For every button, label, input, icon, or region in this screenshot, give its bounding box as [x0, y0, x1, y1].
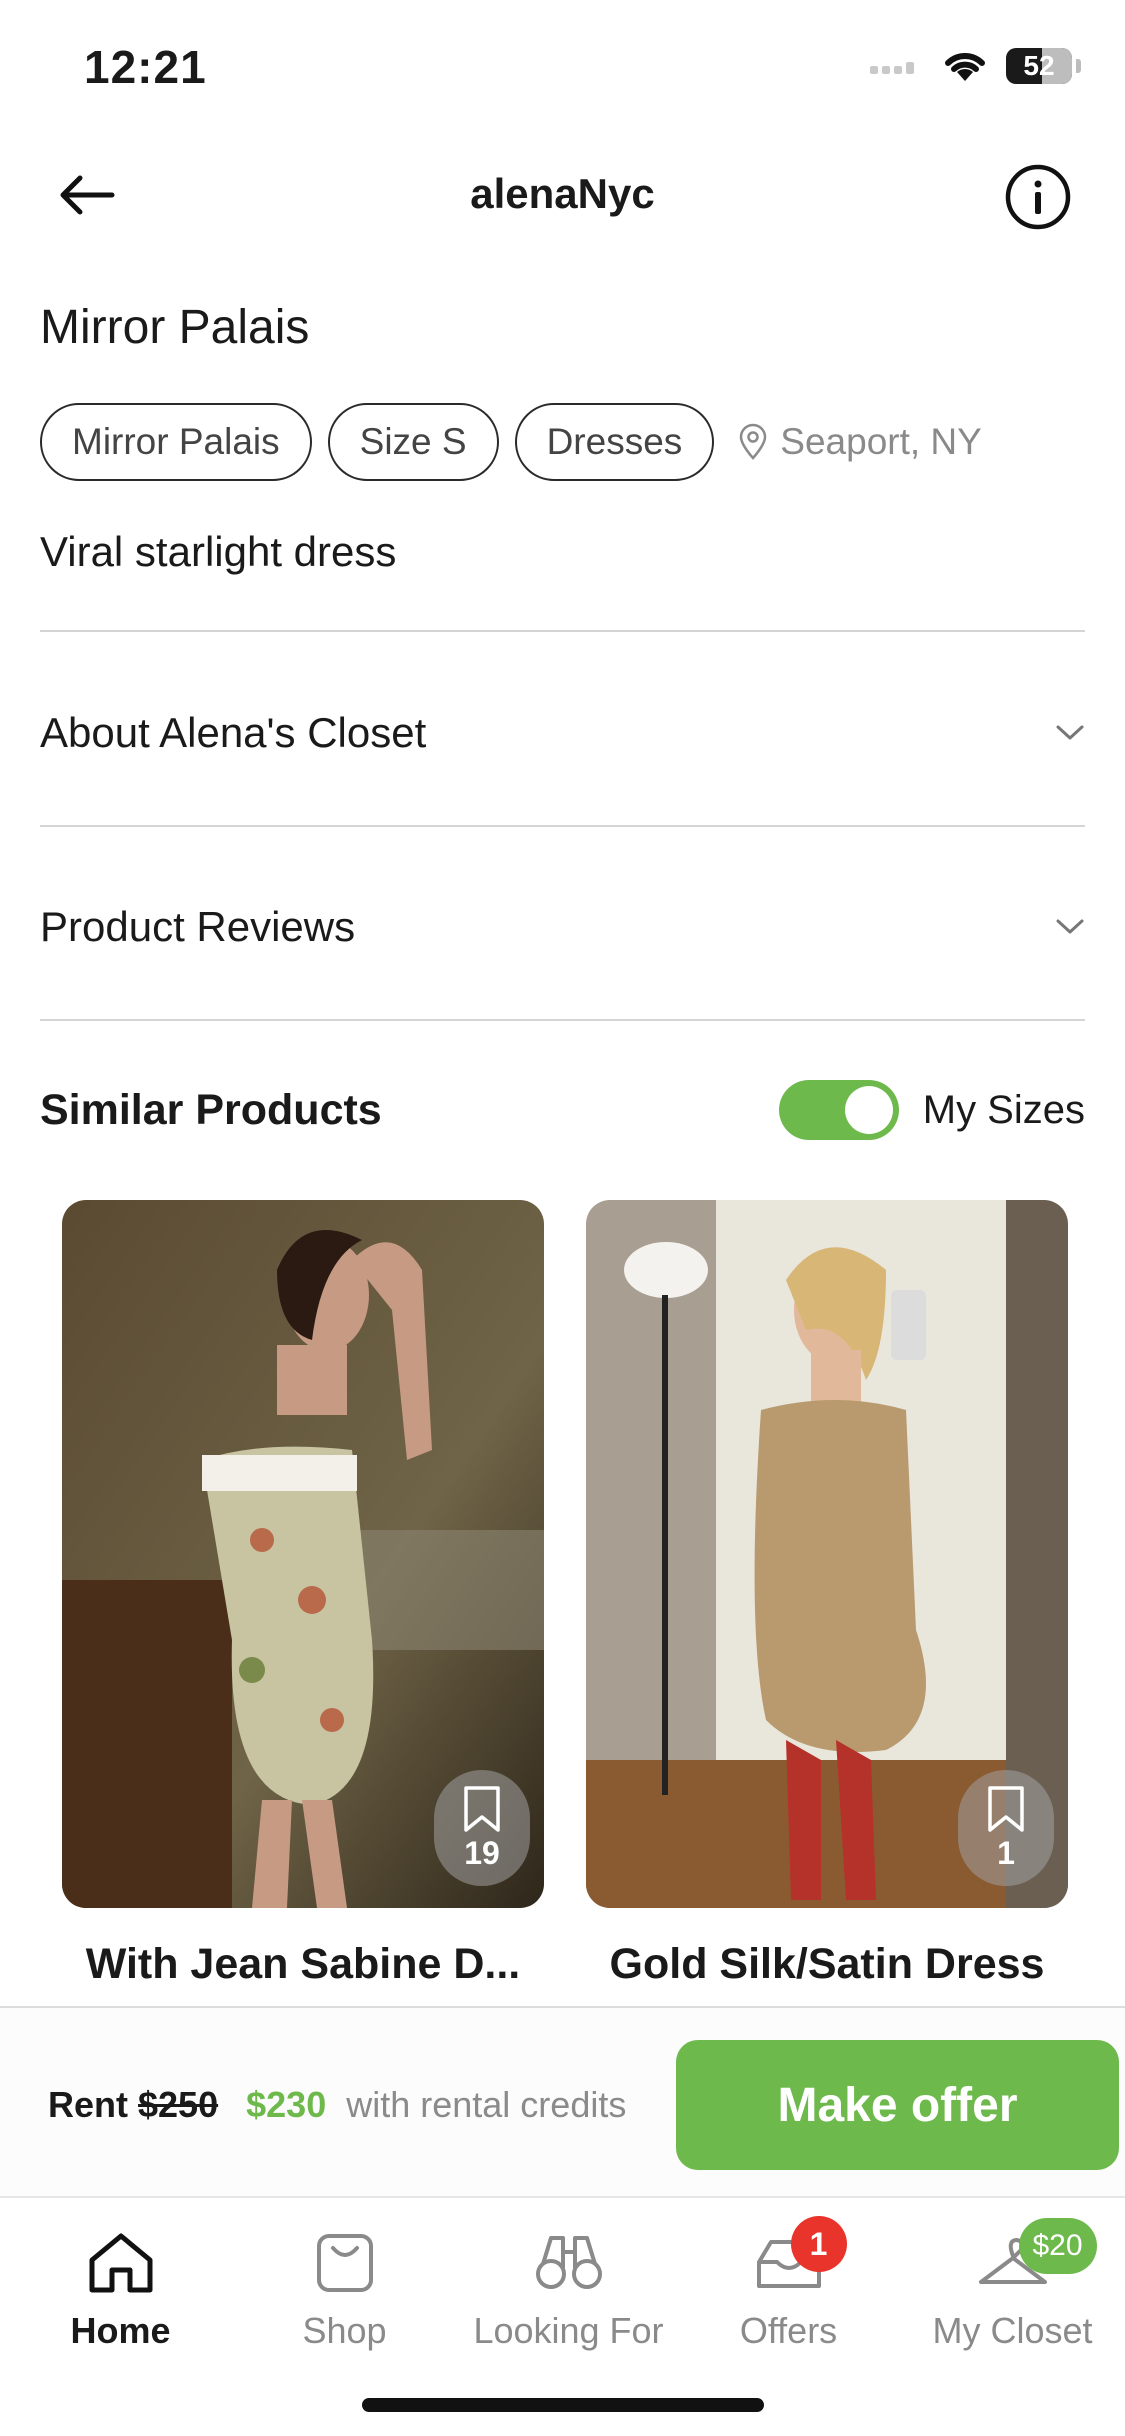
size-chip[interactable]: Size S	[327, 403, 499, 481]
product-name[interactable]: Gold Silk/Satin Dress	[586, 1940, 1068, 1989]
product-tags: Mirror Palais Size S Dresses Seaport, NY	[40, 403, 982, 481]
rent-label: Rent	[48, 2084, 128, 2125]
divider	[40, 1019, 1085, 1021]
chevron-down-icon	[1056, 725, 1084, 740]
product-image: 19	[62, 1200, 544, 1908]
bookmark-icon	[988, 1785, 1024, 1832]
location: Seaport, NY	[738, 421, 982, 463]
status-time: 12:21	[84, 41, 207, 93]
tab-looking-for[interactable]: Looking For	[456, 2224, 681, 2352]
home-indicator	[362, 2398, 764, 2412]
price-bar: Rent $250 $230 with rental credits Make …	[0, 2006, 1125, 2198]
bookmark-icon	[464, 1785, 500, 1832]
product-card[interactable]: 1 Gold Silk/Satin Dress	[586, 1200, 1068, 1989]
offers-badge: 1	[790, 2216, 847, 2272]
closet-credit-badge: $20	[1018, 2218, 1097, 2274]
status-bar: 12:21 52	[0, 0, 1125, 130]
home-icon	[83, 2224, 159, 2300]
similar-products-carousel[interactable]: 19 With Jean Sabine D... 1 Gold Silk/Sat…	[62, 1200, 1072, 2010]
save-count: 1	[997, 1834, 1015, 1871]
tab-label: Offers	[739, 2310, 838, 2351]
info-icon	[1005, 164, 1071, 230]
original-price: $250	[138, 2084, 219, 2125]
tab-home[interactable]: Home	[8, 2224, 233, 2352]
accordion-product-reviews[interactable]: Product Reviews	[40, 867, 1085, 987]
location-text: Seaport, NY	[780, 421, 982, 462]
credit-price: $230	[246, 2084, 327, 2125]
toggle-label: My Sizes	[922, 1087, 1085, 1132]
wifi-icon	[945, 52, 985, 81]
status-icons: 52	[870, 48, 1081, 84]
signal-icon	[870, 62, 914, 74]
product-title: Mirror Palais	[40, 301, 310, 354]
product-description: Viral starlight dress	[40, 528, 397, 575]
divider	[40, 825, 1085, 827]
brand-chip[interactable]: Mirror Palais	[40, 403, 312, 481]
similar-products-header: Similar Products My Sizes	[40, 1080, 1085, 1140]
tab-my-closet[interactable]: $20 My Closet	[900, 2218, 1125, 2352]
save-button[interactable]: 19	[434, 1770, 530, 1886]
accordion-about-closet[interactable]: About Alena's Closet	[40, 673, 1085, 793]
tab-label: Shop	[302, 2310, 387, 2351]
accordion-label: About Alena's Closet	[40, 709, 427, 756]
product-name[interactable]: With Jean Sabine D...	[62, 1940, 544, 1989]
page-title: alenaNyc	[470, 170, 655, 217]
divider	[40, 630, 1085, 632]
binoculars-icon	[531, 2224, 607, 2300]
nav-bar: alenaNyc	[0, 150, 1125, 240]
tab-label: Looking For	[473, 2310, 664, 2351]
info-button[interactable]	[1003, 162, 1073, 232]
inbox-icon: 1	[751, 2216, 847, 2300]
tab-shop[interactable]: Shop	[232, 2224, 457, 2352]
chevron-down-icon	[1056, 919, 1084, 934]
rent-price: Rent $250 $230 with rental credits	[48, 2084, 626, 2126]
tab-label: Home	[70, 2310, 171, 2351]
map-pin-icon	[740, 423, 767, 460]
product-card[interactable]: 19 With Jean Sabine D...	[62, 1200, 544, 1989]
credit-note: with rental credits	[346, 2084, 627, 2125]
category-chip[interactable]: Dresses	[514, 403, 715, 481]
section-title: Similar Products	[40, 1085, 382, 1134]
battery-icon: 52	[1006, 48, 1072, 84]
accordion-label: Product Reviews	[40, 903, 356, 950]
tab-label: My Closet	[932, 2310, 1093, 2351]
my-sizes-toggle-row: My Sizes	[778, 1080, 1085, 1140]
product-image: 1	[586, 1200, 1068, 1908]
tab-offers[interactable]: 1 Offers	[676, 2216, 901, 2352]
my-sizes-toggle[interactable]	[778, 1080, 899, 1140]
shopping-bag-icon	[307, 2224, 383, 2300]
make-offer-button[interactable]: Make offer	[676, 2040, 1119, 2170]
save-button[interactable]: 1	[958, 1770, 1054, 1886]
hanger-icon: $20	[975, 2218, 1097, 2300]
save-count: 19	[464, 1834, 500, 1871]
